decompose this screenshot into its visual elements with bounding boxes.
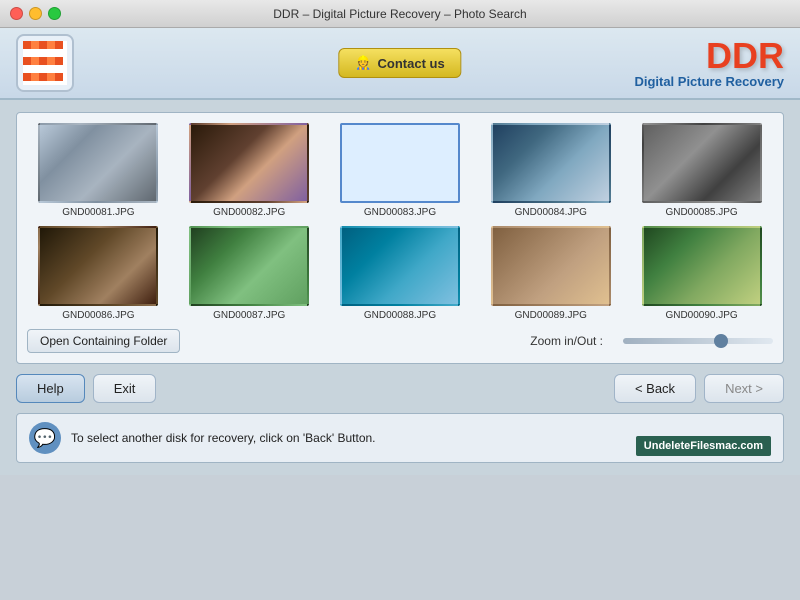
photo-item[interactable]: GND00088.JPG (329, 226, 472, 321)
status-bar: 💬 To select another disk for recovery, c… (16, 413, 784, 463)
photo-thumbnail (189, 226, 309, 306)
photo-thumbnail (340, 226, 460, 306)
minimize-button[interactable] (29, 7, 42, 20)
photo-item[interactable]: GND00085.JPG (630, 123, 773, 218)
photo-filename: GND00089.JPG (515, 310, 587, 321)
navigation-row: Help Exit < Back Next > (16, 374, 784, 403)
photo-filename: GND00085.JPG (665, 207, 737, 218)
photo-thumbnail (491, 123, 611, 203)
photo-image (342, 228, 458, 304)
photo-image (493, 228, 609, 304)
photo-item[interactable]: GND00081.JPG (27, 123, 170, 218)
photo-item[interactable]: GND00086.JPG (27, 226, 170, 321)
photo-filename: GND00090.JPG (665, 310, 737, 321)
photo-item[interactable]: GND00083.JPG (329, 123, 472, 218)
open-folder-button[interactable]: Open Containing Folder (27, 329, 180, 353)
photo-thumbnail (340, 123, 460, 203)
status-icon: 💬 (29, 422, 61, 454)
photo-item[interactable]: GND00087.JPG (178, 226, 321, 321)
brand: DDR Digital Picture Recovery (634, 38, 784, 89)
photo-thumbnail (491, 226, 611, 306)
photo-item[interactable]: GND00082.JPG (178, 123, 321, 218)
photo-thumbnail (189, 123, 309, 203)
window-controls (10, 7, 61, 20)
photo-thumbnail (642, 123, 762, 203)
photo-filename: GND00087.JPG (213, 310, 285, 321)
person-icon: 👷 (355, 55, 371, 71)
photo-thumbnail (38, 123, 158, 203)
photo-filename: GND00081.JPG (62, 207, 134, 218)
main-content: GND00081.JPG GND00082.JPG GND00083.JPG GND0… (0, 100, 800, 475)
photo-image (342, 125, 458, 201)
photo-image (40, 228, 156, 304)
photo-image (644, 228, 760, 304)
photo-item[interactable]: GND00090.JPG (630, 226, 773, 321)
photo-thumbnail (642, 226, 762, 306)
photo-image (191, 228, 307, 304)
zoom-label: Zoom in/Out : (530, 334, 603, 348)
zoom-slider[interactable] (623, 338, 773, 344)
photo-image (493, 125, 609, 201)
photo-item[interactable]: GND00089.JPG (479, 226, 622, 321)
exit-button[interactable]: Exit (93, 374, 157, 403)
next-button[interactable]: Next > (704, 374, 784, 403)
maximize-button[interactable] (48, 7, 61, 20)
photo-image (191, 125, 307, 201)
contact-button[interactable]: 👷 Contact us (338, 48, 461, 78)
photo-filename: GND00084.JPG (515, 207, 587, 218)
photo-filename: GND00088.JPG (364, 310, 436, 321)
brand-subtitle: Digital Picture Recovery (634, 74, 784, 89)
title-bar: DDR – Digital Picture Recovery – Photo S… (0, 0, 800, 28)
logo (16, 34, 74, 92)
close-button[interactable] (10, 7, 23, 20)
back-button[interactable]: < Back (614, 374, 696, 403)
window-title: DDR – Digital Picture Recovery – Photo S… (273, 7, 526, 21)
photo-item[interactable]: GND00084.JPG (479, 123, 622, 218)
photo-filename: GND00083.JPG (364, 207, 436, 218)
help-button[interactable]: Help (16, 374, 85, 403)
panel-footer: Open Containing Folder Zoom in/Out : (27, 329, 773, 353)
contact-label: Contact us (378, 56, 445, 71)
brand-name: DDR (634, 38, 784, 74)
zoom-thumb (714, 334, 728, 348)
photo-filename: GND00082.JPG (213, 207, 285, 218)
photo-grid: GND00081.JPG GND00082.JPG GND00083.JPG GND0… (27, 123, 773, 321)
photo-filename: GND00086.JPG (62, 310, 134, 321)
photo-image (644, 125, 760, 201)
header: 👷 Contact us DDR Digital Picture Recover… (0, 28, 800, 100)
logo-checkerboard-icon (23, 41, 67, 85)
watermark: UndeleteFilesmac.com (636, 436, 771, 456)
status-message: To select another disk for recovery, cli… (71, 431, 376, 445)
photo-panel: GND00081.JPG GND00082.JPG GND00083.JPG GND0… (16, 112, 784, 364)
photo-image (40, 125, 156, 201)
photo-thumbnail (38, 226, 158, 306)
